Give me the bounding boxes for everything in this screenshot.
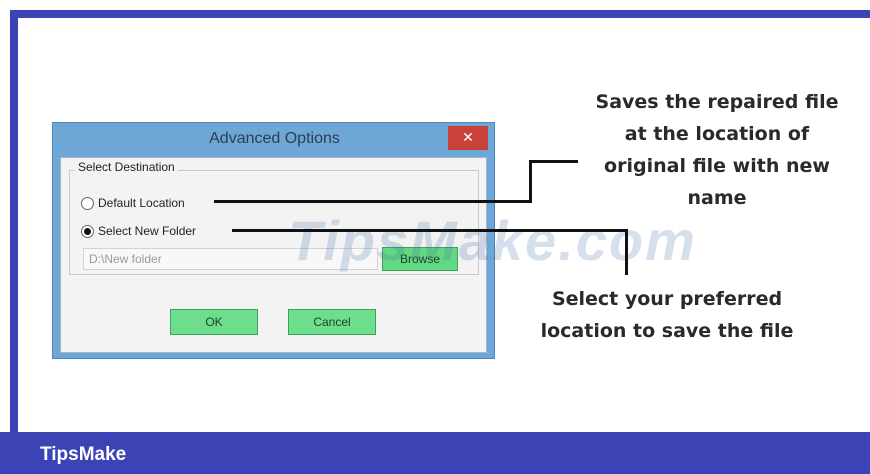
footer-bar: TipsMake — [0, 432, 870, 474]
callout-line-2-horizontal — [232, 229, 628, 232]
callout-line-2-vertical — [625, 229, 628, 275]
close-icon: ✕ — [462, 130, 474, 146]
close-button[interactable]: ✕ — [448, 126, 488, 150]
frame-left-border — [10, 10, 18, 440]
callout-text-new-folder: Select your preferred location to save t… — [532, 283, 802, 347]
callout-line: Saves the repaired file — [595, 91, 839, 113]
callout-line: location to save the file — [540, 320, 794, 342]
cancel-button[interactable]: Cancel — [288, 309, 376, 335]
callout-line: name — [687, 187, 747, 209]
watermark: TipsMake.com — [288, 209, 697, 272]
dialog-title: Advanced Options — [209, 130, 340, 147]
radio-select-new-folder[interactable]: Select New Folder — [81, 224, 196, 238]
callout-line-1-vertical — [529, 160, 532, 203]
callout-line: at the location of — [624, 123, 810, 145]
radio-label: Default Location — [98, 196, 185, 210]
radio-icon — [81, 196, 94, 210]
callout-text-default-location: Saves the repaired file at the location … — [588, 86, 846, 214]
callout-line-1-top — [529, 160, 578, 163]
callout-line-1-horizontal — [214, 200, 532, 203]
ok-button[interactable]: OK — [170, 309, 258, 335]
callout-line: original file with new — [604, 155, 830, 177]
radio-default-location[interactable]: Default Location — [81, 196, 185, 210]
frame-top-border — [10, 10, 870, 18]
radio-checked-icon — [81, 224, 94, 238]
group-label: Select Destination — [75, 160, 178, 174]
callout-line: Select your preferred — [551, 288, 783, 310]
footer-brand: TipsMake — [40, 444, 127, 465]
radio-label: Select New Folder — [98, 224, 197, 238]
